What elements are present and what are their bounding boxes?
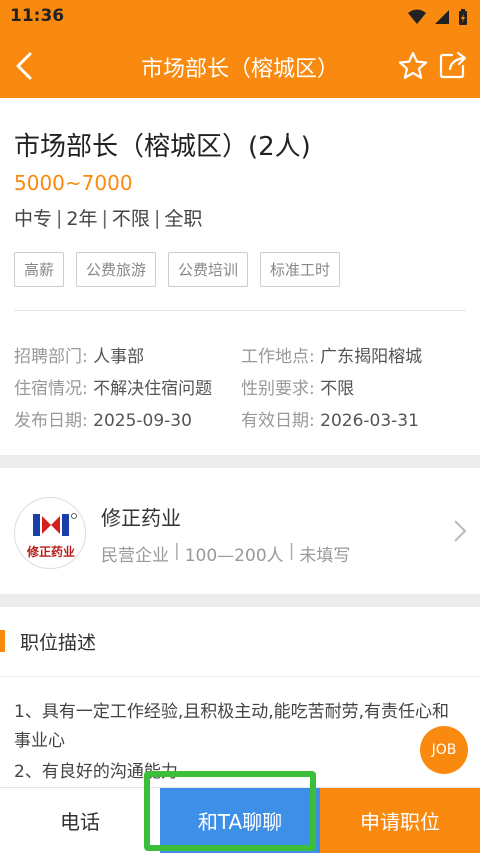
job-title: 市场部长（榕城区）(2人) <box>14 132 311 162</box>
section-gap <box>0 455 480 468</box>
req-type: 全职 <box>164 208 203 230</box>
detail-value: 广东揭阳榕城 <box>320 347 423 367</box>
section-title: 职位描述 <box>20 632 97 654</box>
separator: | <box>153 206 161 229</box>
page-title: 市场部长（榕城区） <box>140 57 339 82</box>
company-card[interactable]: 修正药业 修正药业 民营企业 | 100—200人 | 未填写 <box>0 468 480 594</box>
detail-value: 人事部 <box>93 347 145 367</box>
req-age: 不限 <box>111 208 150 230</box>
job-tags: 高薪 公费旅游 公费培训 标准工时 <box>14 252 341 287</box>
separator: | <box>101 206 108 229</box>
wifi-icon <box>408 9 426 24</box>
section-accent-bar <box>0 630 5 652</box>
divider <box>0 676 480 677</box>
detail-label: 工作地点: <box>241 347 315 367</box>
job-salary: 5000~7000 <box>14 171 133 195</box>
detail-value: 不解决住宿问题 <box>93 379 213 399</box>
tag: 公费旅游 <box>76 252 157 287</box>
separator: | <box>288 541 295 561</box>
company-meta: 民营企业 | 100—200人 | 未填写 <box>101 541 350 566</box>
bottom-action-bar: 电话 和TA聊聊 申请职位 <box>0 787 480 853</box>
status-icons <box>408 8 468 26</box>
detail-label: 招聘部门: <box>14 347 88 367</box>
divider <box>14 310 466 311</box>
battery-icon <box>459 9 467 25</box>
separator: | <box>174 541 180 561</box>
company-extra: 未填写 <box>299 546 351 566</box>
status-bar: 11:36 <box>0 0 480 34</box>
detail-value: 不限 <box>320 379 355 399</box>
detail-label: 发布日期: <box>14 411 88 431</box>
req-experience: 2年 <box>66 208 98 230</box>
detail-valid-date: 有效日期: 2026-03-31 <box>241 406 419 431</box>
detail-dept: 招聘部门: 人事部 <box>14 342 144 367</box>
job-requirements: 中专 | 2年 | 不限 | 全职 <box>14 204 202 231</box>
tag: 标准工时 <box>260 252 341 287</box>
section-gap <box>0 594 480 607</box>
detail-label: 有效日期: <box>241 411 315 431</box>
detail-label: 住宿情况: <box>14 379 88 399</box>
chevron-right-icon <box>454 520 467 542</box>
detail-housing: 住宿情况: 不解决住宿问题 <box>14 374 212 399</box>
detail-value: 2026-03-31 <box>320 411 419 431</box>
company-name: 修正药业 <box>101 506 181 530</box>
apply-button[interactable]: 申请职位 <box>320 788 480 853</box>
back-arrow-icon[interactable] <box>10 50 40 82</box>
tag: 公费培训 <box>168 252 249 287</box>
detail-gender: 性别要求: 不限 <box>241 374 354 399</box>
tag: 高薪 <box>14 252 65 287</box>
status-time: 11:36 <box>10 6 65 26</box>
company-logo: 修正药业 <box>14 497 86 569</box>
detail-value: 2025-09-30 <box>93 411 192 431</box>
company-type: 民营企业 <box>101 546 169 566</box>
job-description: 1、具有一定工作经验,且积极主动,能吃苦耐劳,有责任心和事业心 2、有良好的沟通… <box>14 698 464 787</box>
company-logo-text: 修正药业 <box>26 545 75 559</box>
detail-label: 性别要求: <box>241 379 315 399</box>
title-bar: 市场部长（榕城区） <box>0 34 480 98</box>
job-fab-button[interactable]: JOB <box>420 726 468 774</box>
chat-button[interactable]: 和TA聊聊 <box>160 788 320 853</box>
signal-icon <box>435 10 449 24</box>
detail-publish-date: 发布日期: 2025-09-30 <box>14 406 192 431</box>
description-line: 2、有良好的沟通能力 <box>14 762 178 782</box>
req-education: 中专 <box>14 208 53 230</box>
separator: | <box>56 206 63 229</box>
description-line: 1、具有一定工作经验,且积极主动,能吃苦耐劳,有责任心和事业心 <box>14 702 450 751</box>
company-size: 100—200人 <box>184 546 284 566</box>
favorite-star-icon[interactable] <box>398 51 428 81</box>
share-icon[interactable] <box>438 50 468 80</box>
detail-location: 工作地点: 广东揭阳榕城 <box>241 342 422 367</box>
phone-button[interactable]: 电话 <box>0 788 160 853</box>
